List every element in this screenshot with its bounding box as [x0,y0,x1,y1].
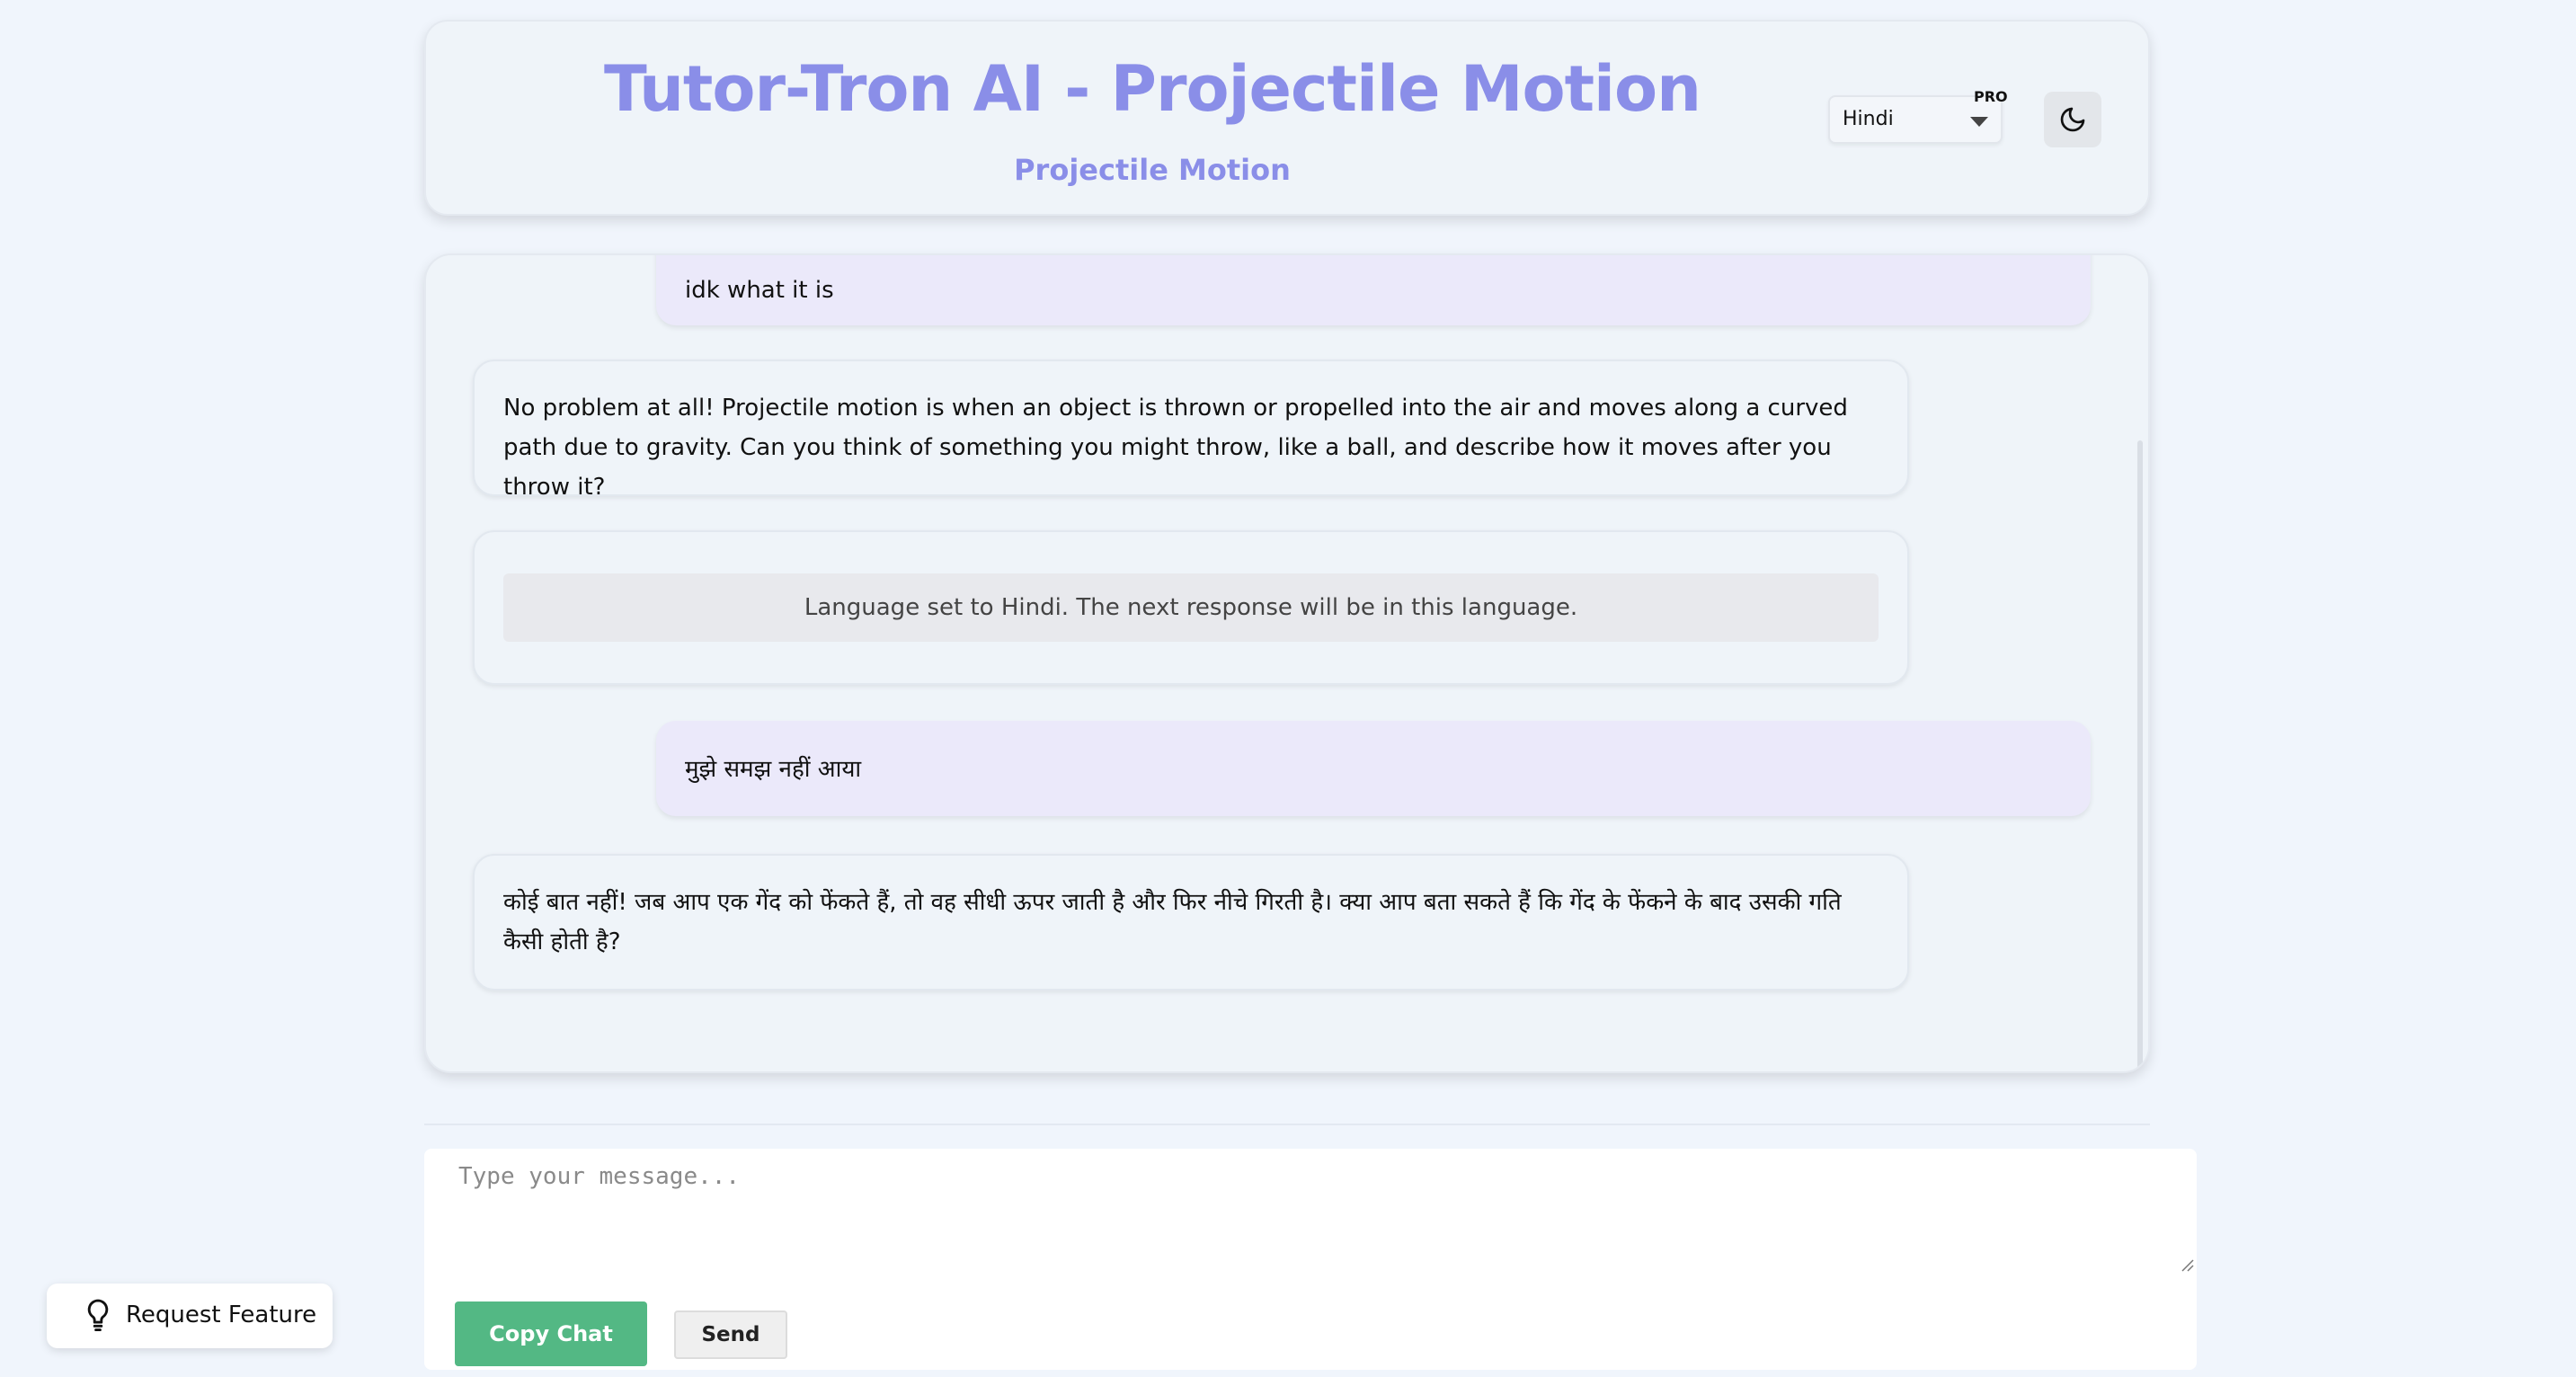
assistant-message: No problem at all! Projectile motion is … [473,360,1909,501]
request-feature-button[interactable]: Request Feature [47,1284,333,1348]
assistant-message: कोई बात नहीं! जब आप एक गेंद को फेंकते है… [473,854,1909,991]
send-button[interactable]: Send [674,1310,787,1359]
user-message: idk what it is [656,255,2091,325]
theme-toggle-button[interactable] [2044,92,2101,147]
language-notice: Language set to Hindi. The next response… [503,573,1879,642]
lightbulb-icon [87,1299,109,1332]
system-notice-message: Language set to Hindi. The next response… [473,530,1909,685]
pro-badge: PRO [1974,88,2008,105]
message-text: कोई बात नहीं! जब आप एक गेंद को फेंकते है… [503,889,1842,955]
resize-handle-icon[interactable] [2181,1258,2195,1273]
copy-chat-button[interactable]: Copy Chat [455,1301,647,1366]
request-feature-label: Request Feature [126,1301,317,1328]
chat-scrollbar[interactable] [2137,440,2143,1070]
moon-icon [2060,107,2085,132]
message-input[interactable] [424,1149,2197,1275]
divider [424,1124,2150,1125]
message-text: idk what it is [685,277,834,304]
language-select-value: Hindi [1843,108,1894,130]
composer: Copy Chat Send [424,1149,2197,1370]
message-text: No problem at all! Projectile motion is … [503,395,1848,501]
chevron-down-icon [1970,117,1988,127]
chat-panel[interactable]: idk what it is No problem at all! Projec… [424,253,2150,1073]
page-subtitle: Projectile Motion [1014,153,1291,187]
header-card: Tutor-Tron AI - Projectile Motion Projec… [424,20,2150,216]
message-text: मुझे समझ नहीं आया [685,756,862,783]
page-title: Tutor-Tron AI - Projectile Motion [604,52,1701,126]
user-message: मुझे समझ नहीं आया [656,721,2091,816]
